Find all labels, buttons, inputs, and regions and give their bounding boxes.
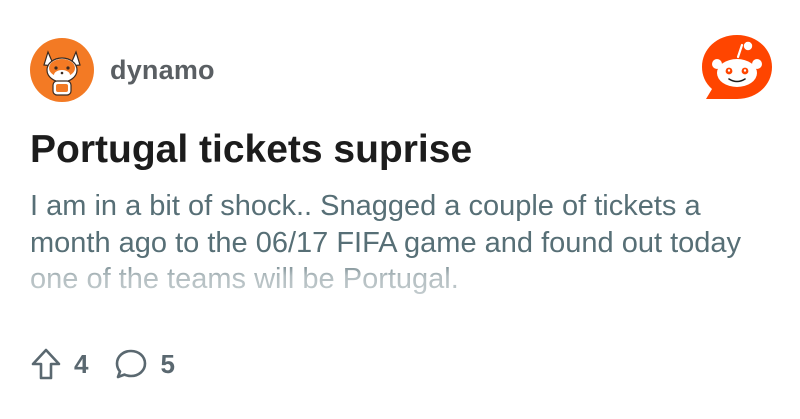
upvote-arrow-icon	[31, 348, 61, 380]
post-header: dynamo	[30, 38, 215, 102]
comment-bubble-icon	[116, 349, 147, 379]
upvote-count: 4	[74, 348, 89, 379]
post-actions: 4 5	[30, 346, 201, 382]
comments-button[interactable]: 5	[114, 347, 175, 381]
post-title[interactable]: Portugal tickets suprise	[30, 126, 770, 174]
author-username[interactable]: dynamo	[110, 55, 215, 86]
reddit-logo-icon[interactable]	[700, 33, 774, 103]
fox-avatar-icon[interactable]	[30, 38, 94, 102]
comment-count: 5	[160, 348, 175, 379]
upvote-button[interactable]: 4	[30, 347, 88, 381]
post-card[interactable]: dynamo Portugal tickets suprise I am in …	[0, 0, 800, 419]
body-fade-overlay	[30, 258, 780, 298]
post-body: I am in a bit of shock.. Snagged a coupl…	[30, 188, 780, 298]
